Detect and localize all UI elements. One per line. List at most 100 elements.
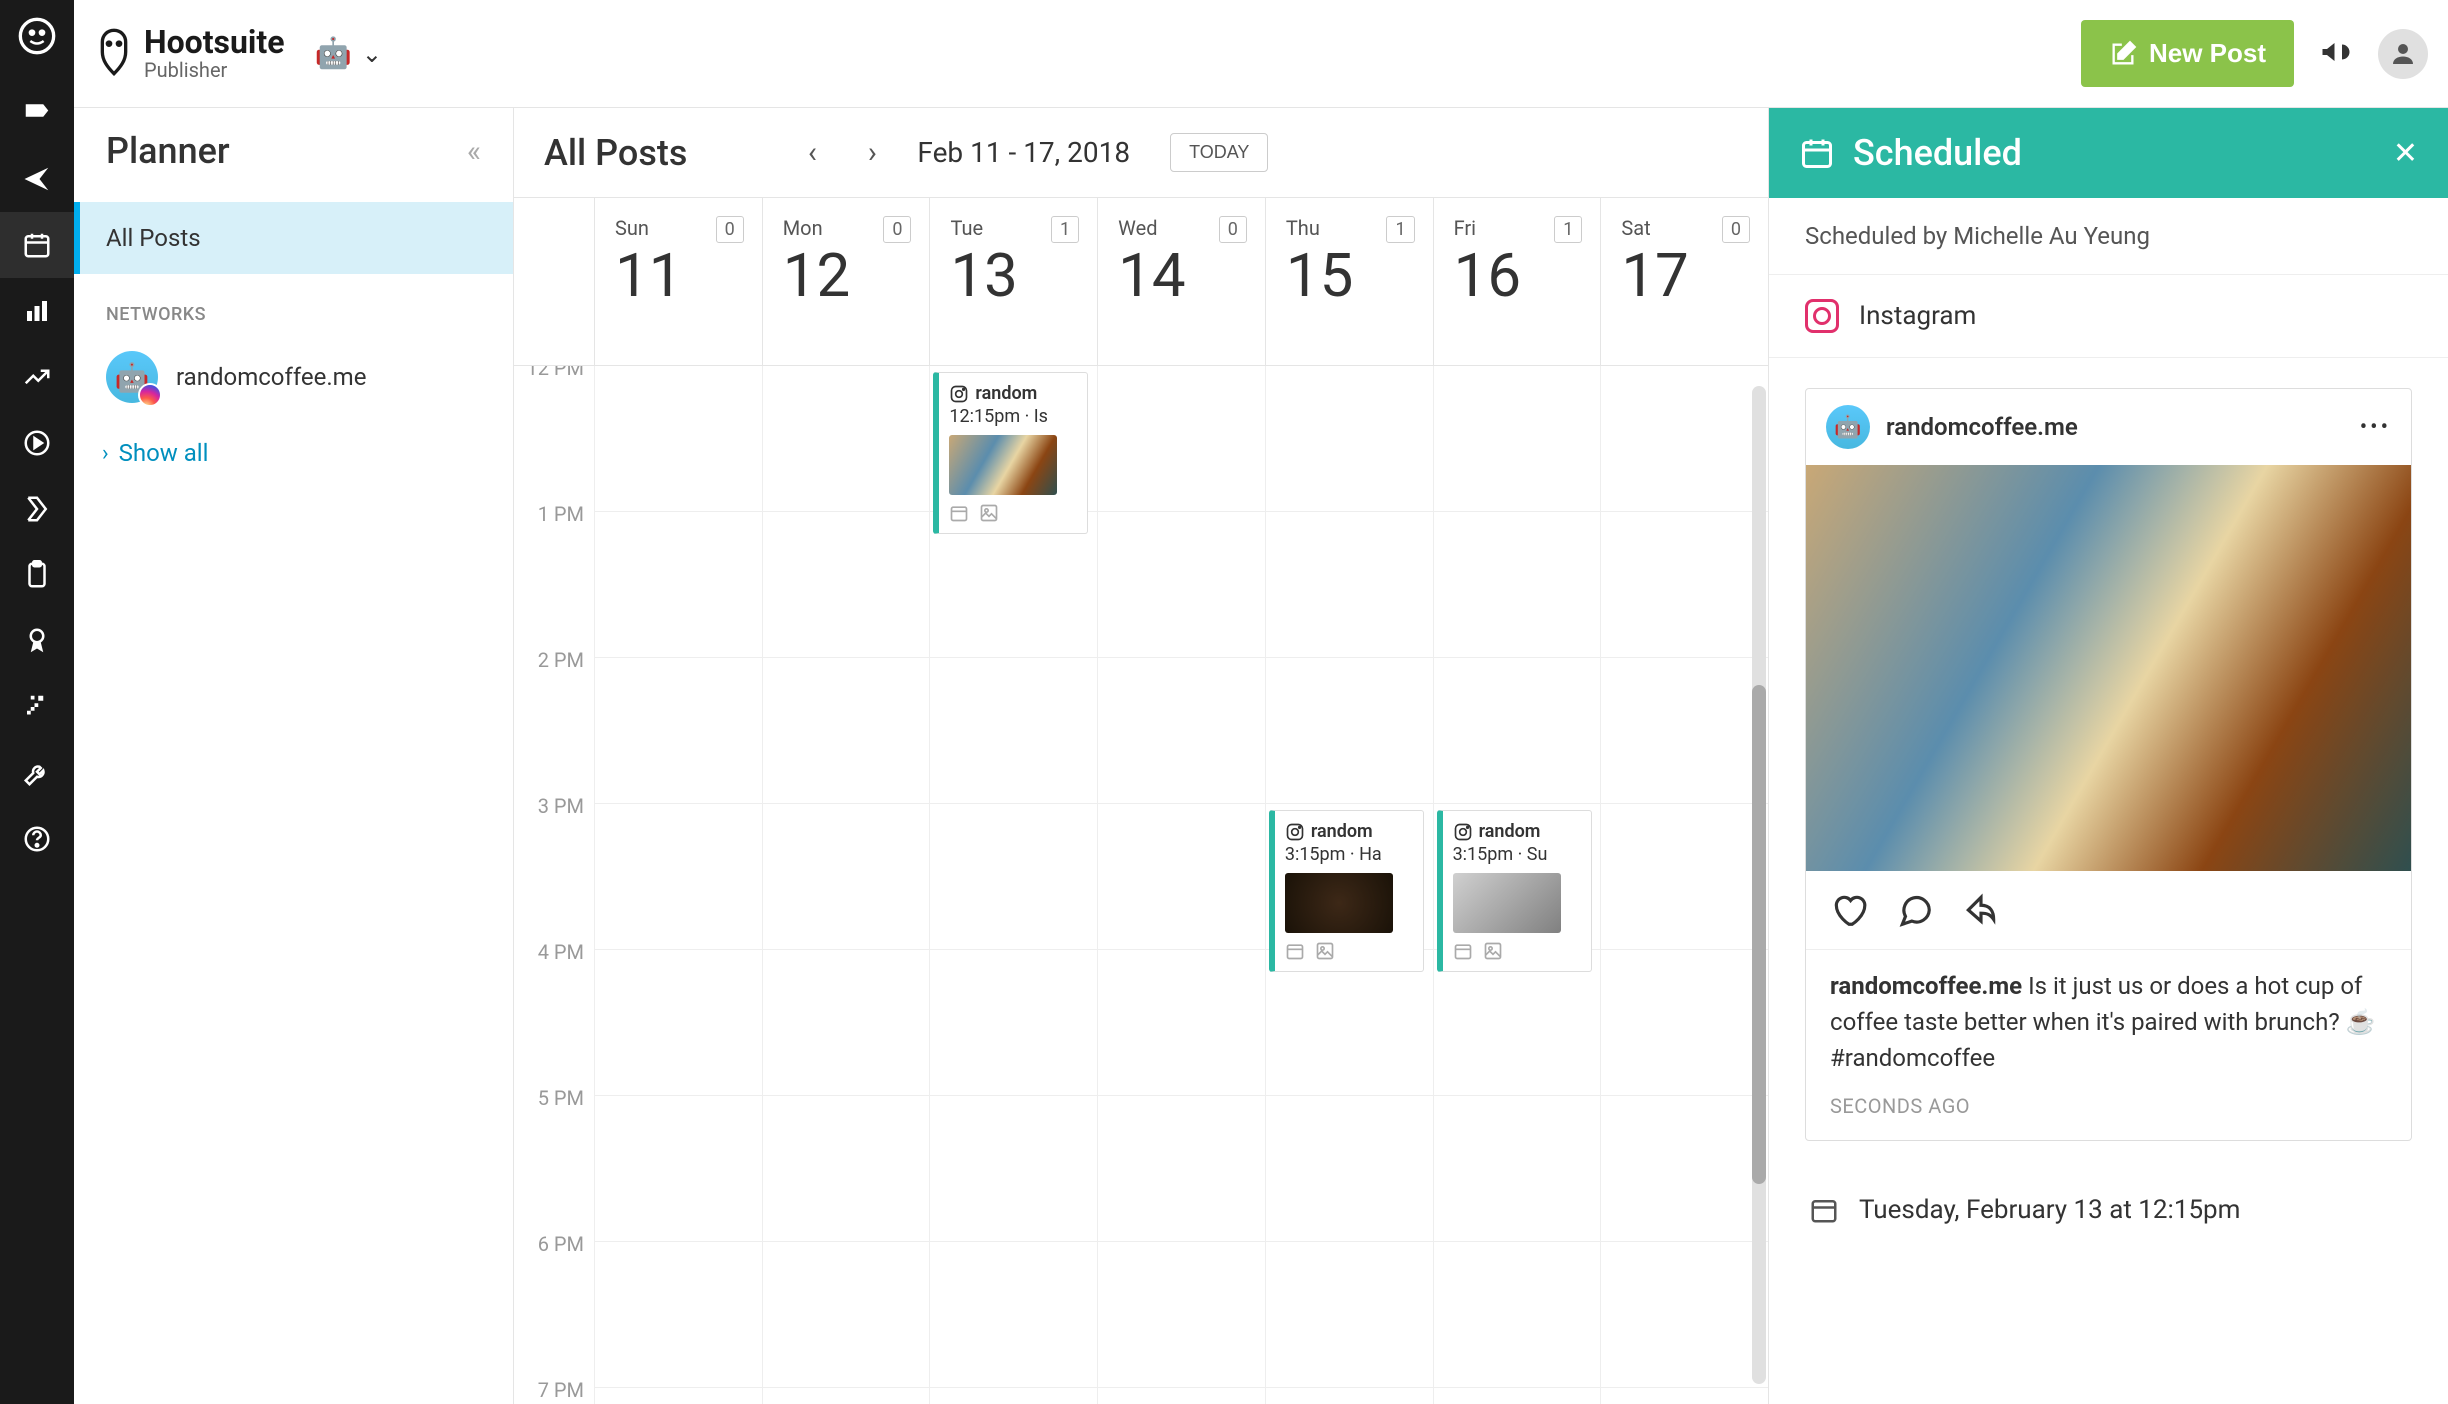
instagram-icon (1805, 299, 1839, 333)
event-card[interactable]: random 3:15pm · Ha (1269, 810, 1424, 972)
instagram-badge-icon (138, 383, 162, 407)
sidebar-title: Planner (106, 130, 230, 172)
tools-icon[interactable] (0, 740, 74, 806)
event-time: 12:15pm · Is (949, 406, 1077, 427)
calendar-grid[interactable]: 12 PM1 PM2 PM3 PM4 PM5 PM6 PM7 PM8 PM9 P… (514, 366, 1768, 1404)
time-label: 7 PM (514, 1378, 594, 1404)
date-range: Feb 11 - 17, 2018 (917, 136, 1130, 169)
event-time: 3:15pm · Su (1453, 844, 1581, 865)
chevron-down-icon: ⌄ (362, 40, 382, 68)
post-avatar: 🤖 (1826, 405, 1870, 449)
new-post-label: New Post (2149, 38, 2266, 69)
scrollbar[interactable] (1752, 386, 1766, 1384)
event-card[interactable]: random 3:15pm · Su (1437, 810, 1592, 972)
new-post-button[interactable]: New Post (2081, 20, 2294, 87)
close-detail-button[interactable]: ✕ (2393, 136, 2418, 171)
share-icon[interactable] (1962, 891, 2000, 929)
event-thumbnail (1453, 873, 1561, 933)
networks-label: NETWORKS (74, 274, 513, 337)
day-of-month: 11 (615, 240, 742, 311)
day-header[interactable]: Tue 13 1 (929, 198, 1097, 365)
megaphone-icon[interactable] (2318, 34, 2354, 74)
sidebar: Planner « All Posts NETWORKS 🤖 randomcof… (74, 108, 514, 1404)
time-label: 5 PM (514, 1086, 594, 1232)
time-label: 4 PM (514, 940, 594, 1086)
show-all-label: Show all (119, 439, 209, 467)
day-column[interactable] (762, 366, 930, 1404)
event-thumbnail (949, 435, 1057, 495)
collapse-sidebar-icon[interactable]: « (467, 134, 481, 169)
time-label: 6 PM (514, 1232, 594, 1378)
today-button[interactable]: TODAY (1170, 133, 1268, 172)
day-column[interactable] (1600, 366, 1768, 1404)
event-account: random (975, 383, 1037, 404)
calendar-mini-icon (1285, 941, 1305, 961)
campaigns-icon[interactable] (0, 542, 74, 608)
prev-week-button[interactable]: ‹ (787, 128, 837, 178)
platform-name: Instagram (1859, 301, 1976, 331)
network-name: randomcoffee.me (176, 363, 366, 391)
day-column[interactable] (1097, 366, 1265, 1404)
day-header[interactable]: Mon 12 0 (762, 198, 930, 365)
post-menu-button[interactable]: ••• (2360, 415, 2391, 440)
calendar-title: All Posts (544, 132, 687, 174)
post-timestamp: SECONDS AGO (1806, 1094, 2411, 1140)
day-count-badge: 0 (1722, 216, 1750, 243)
contests-icon[interactable] (0, 608, 74, 674)
day-header[interactable]: Wed 14 0 (1097, 198, 1265, 365)
time-label: 12 PM (514, 366, 594, 502)
brand-owl-icon (94, 27, 134, 81)
day-of-month: 17 (1621, 240, 1748, 311)
event-card[interactable]: random 12:15pm · Is (933, 372, 1088, 534)
sidebar-item-all-posts[interactable]: All Posts (74, 202, 513, 274)
user-avatar[interactable] (2378, 29, 2428, 79)
time-label: 1 PM (514, 502, 594, 648)
next-week-button[interactable]: › (847, 128, 897, 178)
apps-icon[interactable] (0, 674, 74, 740)
day-of-month: 14 (1118, 240, 1245, 311)
show-all-button[interactable]: › Show all (74, 417, 513, 489)
image-mini-icon (979, 503, 999, 523)
network-item[interactable]: 🤖 randomcoffee.me (74, 337, 513, 417)
day-column[interactable] (594, 366, 762, 1404)
like-icon[interactable] (1830, 891, 1868, 929)
schedule-time: Tuesday, February 13 at 12:15pm (1859, 1195, 2240, 1225)
calendar-mini-icon (949, 503, 969, 523)
day-count-badge: 0 (883, 216, 911, 243)
nav-rail (0, 0, 74, 1404)
day-count-badge: 1 (1554, 216, 1582, 243)
day-header[interactable]: Fri 16 1 (1433, 198, 1601, 365)
workspace-emoji-icon: 🤖 (314, 36, 351, 71)
analytics-icon[interactable] (0, 278, 74, 344)
day-of-month: 15 (1286, 240, 1413, 311)
time-label: 2 PM (514, 648, 594, 794)
planner-icon[interactable] (0, 212, 74, 278)
post-account: randomcoffee.me (1886, 413, 2344, 441)
post-preview: 🤖 randomcoffee.me ••• randomcoffee.me Is… (1805, 388, 2412, 1141)
day-header[interactable]: Sun 11 0 (594, 198, 762, 365)
hootsuite-logo[interactable] (0, 16, 74, 60)
image-mini-icon (1483, 941, 1503, 961)
detail-title: Scheduled (1853, 132, 2375, 174)
streams-icon[interactable] (0, 80, 74, 146)
scheduled-by: Scheduled by Michelle Au Yeung (1769, 198, 2448, 275)
day-count-badge: 0 (716, 216, 744, 243)
post-image (1806, 465, 2411, 871)
help-icon[interactable] (0, 806, 74, 872)
day-of-month: 16 (1454, 240, 1581, 311)
calendar-small-icon (1809, 1195, 1839, 1225)
event-thumbnail (1285, 873, 1393, 933)
assignments-icon[interactable] (0, 476, 74, 542)
day-header[interactable]: Thu 15 1 (1265, 198, 1433, 365)
day-header[interactable]: Sat 17 0 (1600, 198, 1768, 365)
event-account: random (1311, 821, 1373, 842)
day-count-badge: 0 (1219, 216, 1247, 243)
discover-icon[interactable] (0, 410, 74, 476)
publisher-icon[interactable] (0, 146, 74, 212)
calendar-mini-icon (1453, 941, 1473, 961)
time-label: 3 PM (514, 794, 594, 940)
brand-subtitle: Publisher (144, 58, 284, 82)
trending-icon[interactable] (0, 344, 74, 410)
workspace-picker[interactable]: 🤖 ⌄ (314, 36, 381, 71)
comment-icon[interactable] (1896, 891, 1934, 929)
